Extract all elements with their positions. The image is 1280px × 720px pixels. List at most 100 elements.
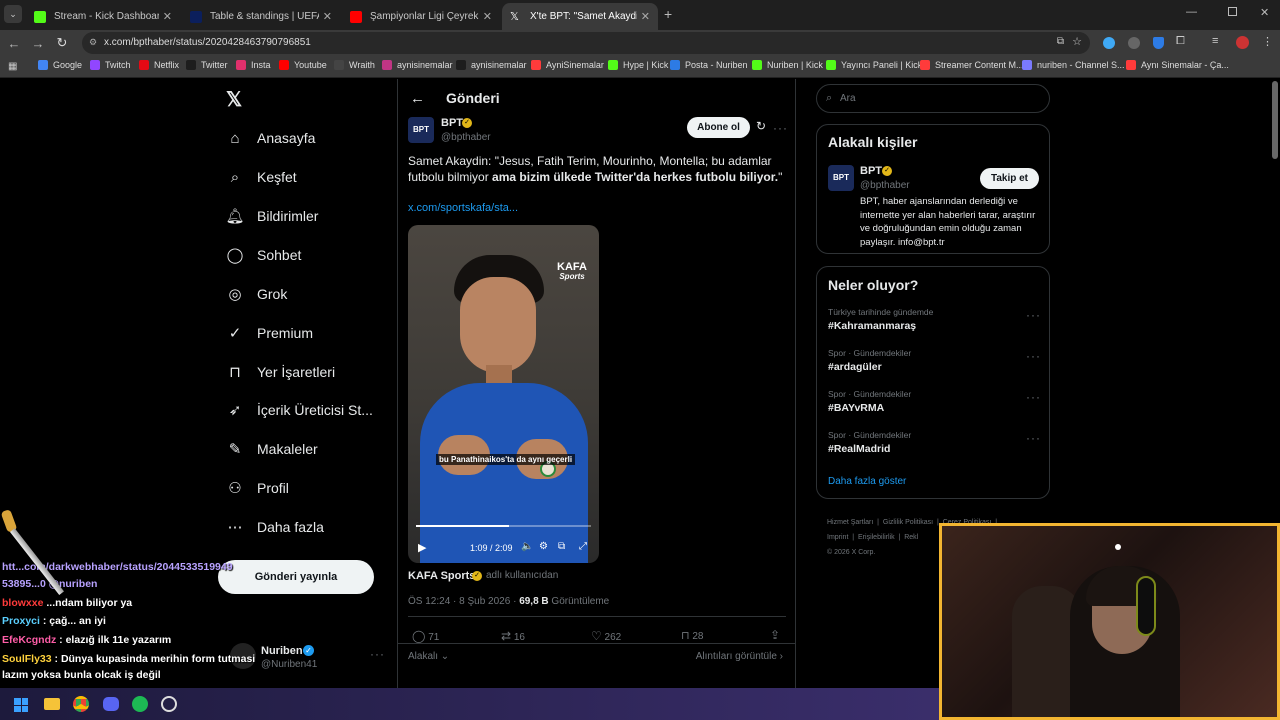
sidebar-item-bookmarks[interactable]: ⊓ Yer İşaretleri [226,363,335,381]
trend-item[interactable]: #BAYvRMA [828,402,884,414]
sidebar-item-profile[interactable]: ⚇ Profil [226,479,289,497]
bookmark-item[interactable]: Yayıncı Paneli | Kick [826,60,922,70]
bookmark-item[interactable]: Aynı Sinemalar - Ça... [1126,60,1229,70]
discord-icon[interactable] [103,697,119,711]
bookmark-item[interactable]: Streamer Content M... [920,60,1024,70]
tab-list-button[interactable]: ⌄ [4,5,22,23]
sidebar-item-grok[interactable]: ◎ Grok [226,285,287,303]
site-info-icon[interactable]: ⚙ [89,37,97,48]
video-progress-track[interactable] [416,525,591,527]
sidebar-item-notifications[interactable]: 🔔︎ Bildirimler [225,207,318,225]
apps-grid-icon[interactable]: ▦ [8,61,17,72]
menu-kebab-icon[interactable]: ⋮ [1262,35,1273,48]
close-tab-icon[interactable]: ✕ [323,10,332,23]
vpn-extension-icon[interactable] [1153,37,1164,49]
window-maximize-icon[interactable] [1228,7,1237,16]
install-icon[interactable]: ⧉ [1057,36,1064,47]
back-arrow-icon[interactable]: ← [410,90,425,107]
bookmark-item[interactable]: nuriben - Channel S... [1022,60,1125,70]
close-tab-icon[interactable]: ✕ [641,10,650,23]
sidebar-item-messages[interactable]: ◯ Sohbet [226,246,302,264]
url-field[interactable]: ⚙ x.com/bpthaber/status/2020428463790796… [82,32,1090,54]
tab-x-post[interactable]: 𝕏 X'te BPT: "Samet Akaydin: "Jesu ✕ [502,3,658,30]
file-explorer-icon[interactable] [44,698,60,710]
sidebar-item-articles[interactable]: ✎ Makaleler [226,440,318,458]
tab-kick-dashboard[interactable]: Stream - Kick Dashboard ✕ [26,3,180,30]
back-icon[interactable]: ← [2,36,26,51]
chrome-icon[interactable] [73,696,89,712]
star-icon[interactable]: ☆ [1072,35,1082,48]
bookmark-item[interactable]: aynisinemalar [456,60,527,70]
more-icon[interactable]: ··· [370,647,385,661]
extensions-puzzle-icon[interactable]: ⧠ [1176,35,1185,48]
reading-list-icon[interactable]: ≡ [1212,35,1218,47]
bookmark-item[interactable]: Twitch [90,60,131,70]
post-button[interactable]: Gönderi yayınla [218,560,374,594]
sidebar-item-premium[interactable]: ✓ Premium [226,324,313,342]
sidebar-item-explore[interactable]: ⌕ Keşfet [226,168,297,186]
trend-item[interactable]: #RealMadrid [828,443,890,455]
share-icon[interactable]: ⇪ [770,628,780,642]
like-button[interactable]: ♡ 262 [591,629,621,643]
volume-icon[interactable]: 🔈 [521,541,533,552]
close-tab-icon[interactable]: ✕ [483,10,492,23]
author-avatar[interactable]: BPT [408,117,434,143]
sidebar-item-home[interactable]: ⌂ Anasayfa [226,129,315,147]
forward-icon[interactable]: → [26,36,50,51]
bookmark-item[interactable]: Hype | Kick [608,60,668,70]
bookmark-item[interactable]: Youtube [279,60,327,70]
video-player[interactable]: KAFA Sports bu Panathinaikos'ta da aynı … [408,225,599,563]
picture-in-picture-icon[interactable]: ⧉ [558,541,565,552]
follow-button[interactable]: Takip et [980,168,1039,189]
tab-uefa[interactable]: Table & standings | UEFA Cham ✕ [182,3,340,30]
bookmark-item[interactable]: Netflix [139,60,179,70]
subscribe-button[interactable]: Abone ol [687,117,750,138]
bookmark-button[interactable]: ⊓ 28 [681,629,704,642]
sort-relevant-dropdown[interactable]: Alakalı ⌄ [408,651,449,662]
extension-icon[interactable] [1103,37,1115,49]
more-icon[interactable]: ··· [1026,390,1041,404]
spotify-icon[interactable] [132,696,148,712]
more-icon[interactable]: ··· [1026,308,1041,322]
sidebar-item-more[interactable]: ⋯ Daha fazla [226,518,324,536]
person-name[interactable]: BPT [860,165,882,177]
bookmark-item[interactable]: Twitter [186,60,228,70]
bookmark-item[interactable]: aynisinemalar [382,60,453,70]
profile-icon[interactable] [1236,36,1249,49]
page-scrollbar[interactable] [1272,81,1278,159]
new-tab-button[interactable]: + [664,6,672,22]
bookmark-item[interactable]: Google [38,60,82,70]
bookmark-item[interactable]: Wraith [334,60,375,70]
author-handle[interactable]: @bpthaber [441,132,491,143]
bookmark-item[interactable]: Insta [236,60,271,70]
x-logo-icon[interactable]: 𝕏 [226,87,242,112]
search-input[interactable]: ⌕ Ara [816,84,1050,113]
bookmark-item[interactable]: AyniSinemalar [531,60,604,70]
avatar[interactable]: BPT [828,165,854,191]
window-minimize-icon[interactable]: — [1186,6,1197,18]
fullscreen-icon[interactable]: ⤢ [579,541,587,552]
settings-gear-icon[interactable]: ⚙ [539,541,548,552]
more-icon[interactable]: ··· [1026,431,1041,445]
grok-explain-icon[interactable]: ↻ [756,119,766,133]
more-icon[interactable]: ··· [1026,349,1041,363]
bookmark-item[interactable]: Posta - Nuriben [670,60,748,70]
trend-item[interactable]: #ardagüler [828,361,882,373]
source-name[interactable]: KAFA Sports [408,570,475,582]
bookmark-item[interactable]: Nuriben | Kick [752,60,823,70]
sidebar-item-creator-studio[interactable]: ➶ İçerik Üreticisi St... [226,401,373,419]
reload-icon[interactable]: ↻ [50,35,74,51]
repost-button[interactable]: ⇄ 16 [501,629,525,643]
play-icon[interactable]: ▶ [418,541,426,554]
reply-button[interactable]: ◯ 71 [412,629,439,643]
post-link[interactable]: x.com/sportskafa/sta... [408,202,518,214]
more-icon[interactable]: ··· [773,121,788,135]
author-name[interactable]: BPT [441,117,463,129]
obs-icon[interactable] [161,696,177,712]
trend-item[interactable]: #Kahramanmaraş [828,320,916,332]
windows-start-icon[interactable] [14,698,28,712]
close-tab-icon[interactable]: ✕ [163,10,172,23]
show-more-link[interactable]: Daha fazla göster [828,476,906,487]
tab-youtube[interactable]: Şampiyonlar Ligi Çeyrek Final | ✕ [342,3,500,30]
extension-badge-icon[interactable] [1128,37,1140,49]
